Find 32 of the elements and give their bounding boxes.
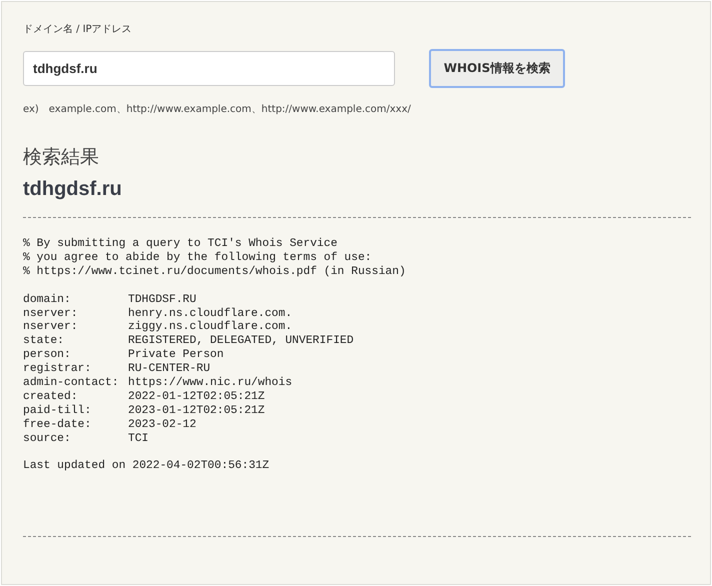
notice-line: % https://www.tcinet.ru/documents/whois.pdf (in Russian) xyxy=(23,266,407,280)
notice-line: % By submitting a query to TCI's Whois Service xyxy=(23,238,338,252)
record-key: nserver: xyxy=(23,308,128,322)
domain-input-field[interactable]: tdhgdsf.ru xyxy=(23,51,395,86)
record-value: TCI xyxy=(128,432,149,447)
record-value: REGISTERED, DELEGATED, UNVERIFIED xyxy=(128,335,354,348)
record-key: paid-till: xyxy=(23,404,128,419)
results-heading: 検索結果 xyxy=(23,145,100,170)
record-value: ziggy.ns.cloudflare.com. xyxy=(128,321,292,335)
field-label: ドメイン名 / IPアドレス xyxy=(23,23,133,36)
record-value: 2023-02-12 xyxy=(128,418,196,433)
domain-title: tdhgdsf.ru xyxy=(23,178,123,201)
notice-line: % you agree to abide by the following terms of use: xyxy=(23,252,373,266)
last-updated-text: Last updated on 2022-04-02T00:56:31Z xyxy=(23,460,270,474)
record-key: free-date: xyxy=(23,418,128,433)
record-key: admin-contact: xyxy=(23,377,128,391)
record-value: RU-CENTER-RU xyxy=(128,363,210,376)
search-button[interactable]: WHOIS情報を検索 xyxy=(429,49,565,88)
example-text: ex) example.com、http://www.example.com、http://www.example.com/xxx/ xyxy=(23,103,412,116)
record-key: registrar: xyxy=(23,363,128,378)
record-value: Private Person xyxy=(128,349,224,363)
record-key: source: xyxy=(23,432,128,447)
record-value: 2022-01-12T02:05:21Z xyxy=(128,390,265,405)
record-key: domain: xyxy=(23,294,128,308)
record-key: person: xyxy=(23,349,128,364)
record-value: henry.ns.cloudflare.com. xyxy=(128,308,292,320)
record-key: created: xyxy=(23,390,128,405)
record-key: nserver: xyxy=(23,321,128,336)
record-value: https://www.nic.ru/whois xyxy=(128,377,292,391)
record-value: 2023-01-12T02:05:21Z xyxy=(128,404,265,419)
record-key: state: xyxy=(23,335,128,350)
record-value: TDHGDSF.RU xyxy=(128,294,196,308)
